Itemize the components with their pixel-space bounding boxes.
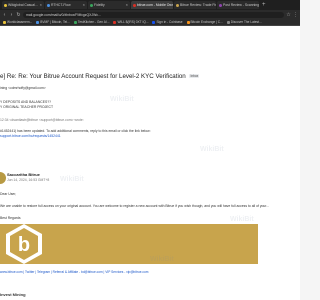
address-bar: ‹ › ↻ mail.google.com/mail/u/0/#inbox/FM… [0, 10, 300, 19]
bookmark-label: Sign in - Coinbase [156, 20, 183, 24]
tab-label: Post Review - Scanning... [223, 3, 259, 7]
browser-tab[interactable]: Wikiglobal Casual... ✕ [2, 1, 44, 9]
tab-favicon-icon [47, 3, 50, 7]
bookmark-icon [3, 20, 6, 24]
tab-label: Fidelity [94, 3, 105, 7]
bookmark-icon [186, 20, 190, 24]
sender-date: Jun 14, 2024, 16:53 GMT+8 [7, 178, 50, 182]
browser-tab[interactable]: Bitrue Review: Trade First...✕ [174, 1, 216, 9]
email-view: e] Re: Re: Your Bitrue Account Request f… [0, 26, 300, 300]
watermark: WikiBit [110, 96, 134, 103]
ticket-update-line: #1452441) has been updated. To add addit… [0, 129, 151, 133]
browser-tab[interactable]: Post Review - Scanning...✕ [217, 1, 259, 9]
forward-icon[interactable]: › [9, 12, 14, 18]
bookmark-label: BVMF | Bitcoin, Tel... [40, 20, 70, 24]
subject-text: e] Re: Re: Your Bitrue Account Request f… [0, 73, 186, 80]
bookmark-icon [36, 20, 40, 24]
quoted-header: 12:34 <dsantiastr@bitrue <support@bitrue… [0, 118, 84, 122]
footer-links[interactable]: www.bitrue.com | Twitter | Telegram | Re… [0, 270, 148, 274]
bookmarks-bar: Worldclassmem... BVMF | Bitcoin, Tel... … [0, 19, 300, 26]
tab-favicon-icon [176, 3, 179, 7]
star-icon[interactable]: ☆ [286, 12, 291, 18]
body-line: Y DEPOSITS AND BALANCES?? [0, 100, 52, 104]
body-line: Y ORIGINAL TEACHER PROJECT [0, 105, 54, 109]
back-icon[interactable]: ‹ [2, 12, 7, 18]
bookmark-item[interactable]: TestKitchen - Gen AI... [73, 20, 110, 24]
sender-name: Saccaritha Bitrue [7, 172, 40, 177]
bookmark-label: TestKitchen - Gen AI... [77, 20, 110, 24]
bitrue-logo-icon: b [6, 224, 42, 264]
close-icon[interactable]: ✕ [125, 1, 128, 9]
svg-text:b: b [18, 234, 30, 256]
bookmark-label: Worldclassmem... [7, 20, 33, 24]
bookmark-label: Discover The Latest... [230, 20, 262, 24]
browser-tab-active[interactable]: bitrue.com - Mobile Own...✕ [131, 1, 173, 9]
bookmark-icon [152, 20, 156, 24]
bookmark-item[interactable]: BVMF | Bitcoin, Tel... [36, 20, 70, 24]
inbox-label[interactable]: Inbox [189, 74, 200, 79]
bookmark-label: Bitcoin Exchange | C... [190, 20, 223, 24]
from-line: ining <cdmrhoffy@gmail.com> [0, 86, 46, 90]
watermark: WikiBit [200, 146, 224, 153]
tab-label: Bitrue Review: Trade First... [180, 3, 216, 7]
bookmark-icon [73, 20, 77, 24]
browser-tab[interactable]: RTHCT-Flow ✕ [45, 1, 87, 9]
bookmark-item[interactable]: Sign in - Coinbase [152, 20, 183, 24]
bookmark-item[interactable]: WILL $(IRS) 0XT IQ... [113, 20, 148, 24]
bookmark-icon [113, 20, 117, 24]
new-tab-icon[interactable]: + [262, 1, 266, 9]
browser-window: Wikiglobal Casual... ✕ RTHCT-Flow ✕ Fideli… [0, 0, 300, 300]
tab-label: Wikiglobal Casual... [8, 3, 38, 7]
ticket-link[interactable]: support.bitrue.com/hc/requests/1452441 [0, 134, 61, 138]
bookmark-item[interactable]: Bitcoin Exchange | C... [186, 20, 223, 24]
bookmark-label: WILL $(IRS) 0XT IQ... [117, 20, 149, 24]
bookmark-icon [226, 20, 230, 24]
regards: Best Regards [0, 216, 21, 220]
greeting: Dear User, [0, 192, 17, 196]
watermark: WikiBit [60, 176, 84, 183]
reload-icon[interactable]: ↻ [16, 12, 21, 18]
menu-icon[interactable]: ⋮ [293, 12, 298, 18]
email-subject: e] Re: Re: Your Bitrue Account Request f… [0, 73, 200, 80]
url-input[interactable]: mail.google.com/mail/u/0/#inbox/FMfcgzQX… [23, 11, 284, 18]
bookmark-item[interactable]: Worldclassmem... [3, 20, 32, 24]
browser-tab[interactable]: Fidelity ✕ [88, 1, 130, 9]
watermark: WikiBit [230, 216, 254, 223]
bookmark-item[interactable]: Discover The Latest... [226, 20, 262, 24]
tab-label: bitrue.com - Mobile Own... [137, 3, 173, 7]
tab-strip: Wikiglobal Casual... ✕ RTHCT-Flow ✕ Fideli… [0, 0, 300, 10]
next-sender: Invest Mining [0, 292, 26, 297]
tab-favicon-icon [219, 3, 222, 7]
tab-label: RTHCT-Flow [51, 3, 71, 7]
close-icon[interactable]: ✕ [82, 1, 85, 9]
message-text: We are unable to restore full access on … [0, 204, 270, 208]
avatar [0, 172, 6, 184]
close-icon[interactable]: ✕ [39, 1, 42, 9]
gmail-icon [133, 3, 136, 7]
tab-favicon-icon [90, 3, 93, 7]
tab-favicon-icon [4, 3, 7, 7]
